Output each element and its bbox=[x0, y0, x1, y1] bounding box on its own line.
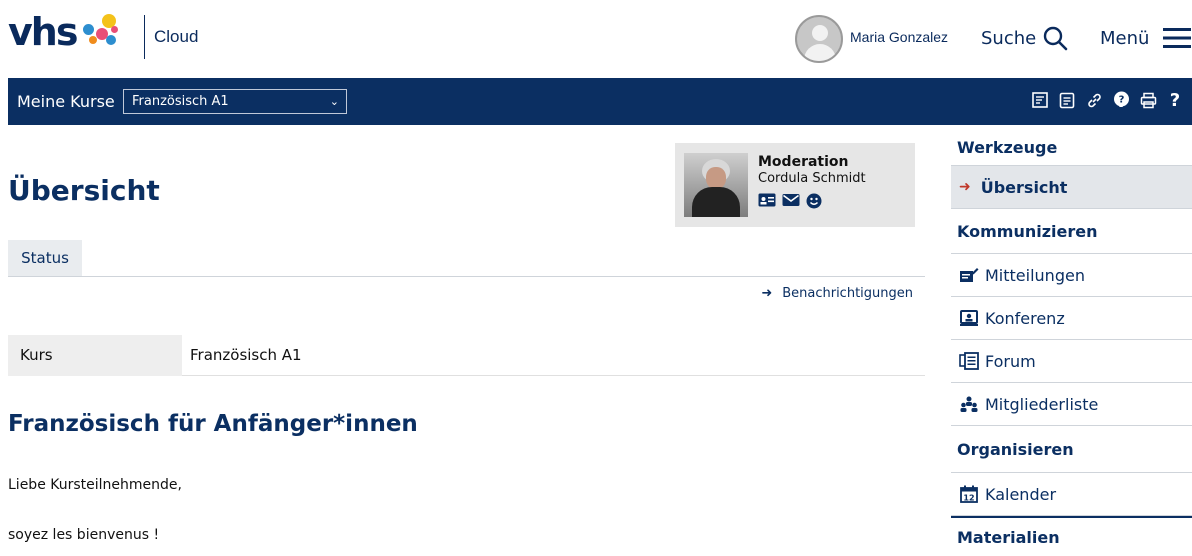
svg-text:?: ? bbox=[1170, 91, 1180, 109]
sidebar-heading-organisieren: Organisieren bbox=[951, 426, 1192, 473]
notifications-link[interactable]: ➜ Benachrichtigungen bbox=[761, 286, 913, 301]
message-edit-icon bbox=[960, 268, 979, 282]
moderator-title: Moderation bbox=[758, 154, 849, 170]
svg-text:?: ? bbox=[1118, 95, 1124, 106]
course-info-label: Kurs bbox=[8, 335, 182, 376]
sidebar-item-mitgliederliste[interactable]: Mitgliederliste bbox=[951, 383, 1192, 426]
smiley-icon[interactable] bbox=[806, 193, 822, 209]
course-description-title: Französisch für Anfänger*innen bbox=[8, 411, 418, 437]
course-description-paragraph: soyez les bienvenus ! bbox=[8, 527, 160, 543]
page-title: Übersicht bbox=[8, 174, 160, 207]
sidebar: Werkzeuge ➜ Übersicht Kommunizieren Mitt… bbox=[951, 125, 1192, 547]
help-bubble-icon[interactable]: ? bbox=[1112, 90, 1130, 110]
course-select-value: Französisch A1 bbox=[132, 94, 229, 109]
my-courses-label: Meine Kurse bbox=[17, 92, 115, 111]
sidebar-item-label: Konferenz bbox=[985, 308, 1065, 328]
conference-icon bbox=[960, 310, 978, 326]
vhs-logo[interactable]: vhs bbox=[8, 12, 130, 52]
sidebar-item-uebersicht[interactable]: ➜ Übersicht bbox=[951, 166, 1192, 209]
moderator-card: Moderation Cordula Schmidt bbox=[675, 143, 915, 227]
contact-card-icon[interactable] bbox=[758, 193, 776, 207]
sidebar-heading-werkzeuge: Werkzeuge bbox=[951, 130, 1192, 166]
user-name[interactable]: Maria Gonzalez bbox=[850, 29, 948, 45]
chevron-down-icon: ⌄ bbox=[329, 95, 339, 108]
question-icon[interactable]: ? bbox=[1166, 90, 1184, 110]
search-label: Suche bbox=[981, 27, 1037, 49]
header: vhs Cloud Maria Gonzalez Suche Menü bbox=[0, 0, 1192, 78]
arrow-right-icon: ➜ bbox=[959, 179, 971, 195]
feed-icon[interactable] bbox=[1031, 90, 1049, 110]
logo-separator bbox=[144, 15, 145, 59]
sidebar-item-label: Forum bbox=[985, 351, 1036, 371]
moderator-actions bbox=[758, 193, 822, 209]
logo-subtitle: Cloud bbox=[154, 27, 199, 46]
sidebar-item-label: Kalender bbox=[985, 484, 1057, 504]
forum-icon bbox=[959, 352, 979, 370]
logo-dots-icon bbox=[80, 10, 130, 54]
sidebar-item-forum[interactable]: Forum bbox=[951, 340, 1192, 383]
menu-button[interactable]: Menü bbox=[1100, 22, 1192, 54]
sidebar-item-konferenz[interactable]: Konferenz bbox=[951, 297, 1192, 340]
course-description-paragraph: Liebe Kursteilnehmende, bbox=[8, 477, 182, 493]
calendar-icon: 12 bbox=[960, 485, 978, 503]
members-icon bbox=[960, 396, 978, 412]
hamburger-icon bbox=[1163, 28, 1192, 48]
link-icon[interactable] bbox=[1085, 90, 1103, 110]
notes-icon[interactable] bbox=[1058, 90, 1076, 110]
sidebar-item-label: Übersicht bbox=[980, 177, 1068, 197]
moderator-photo bbox=[684, 153, 748, 217]
sidebar-heading-kommunizieren: Kommunizieren bbox=[951, 210, 1192, 254]
moderator-name: Cordula Schmidt bbox=[758, 171, 866, 186]
logo-text: vhs bbox=[8, 10, 78, 54]
arrow-right-icon: ➜ bbox=[761, 286, 773, 301]
course-info-value: Französisch A1 bbox=[190, 346, 302, 364]
tab-divider bbox=[8, 276, 925, 277]
print-icon[interactable] bbox=[1139, 90, 1157, 110]
sidebar-item-label: Mitgliederliste bbox=[985, 394, 1099, 414]
svg-text:12: 12 bbox=[963, 494, 974, 503]
sidebar-item-label: Mitteilungen bbox=[985, 265, 1085, 285]
search-button[interactable]: Suche bbox=[981, 22, 1068, 54]
notifications-label: Benachrichtigungen bbox=[782, 286, 913, 301]
sidebar-item-kalender[interactable]: 12 Kalender bbox=[951, 473, 1192, 516]
sidebar-item-mitteilungen[interactable]: Mitteilungen bbox=[951, 254, 1192, 297]
sidebar-heading-materialien: Materialien bbox=[951, 516, 1192, 556]
course-info-row: Kurs Französisch A1 bbox=[8, 335, 925, 376]
menu-label: Menü bbox=[1100, 27, 1150, 49]
mail-icon[interactable] bbox=[782, 193, 800, 207]
search-icon bbox=[1044, 26, 1068, 51]
nav-toolbar: ? ? bbox=[1031, 90, 1184, 110]
tab-status[interactable]: Status bbox=[8, 240, 82, 277]
course-navbar: Meine Kurse Französisch A1 ⌄ ? ? bbox=[8, 78, 1192, 125]
course-select[interactable]: Französisch A1 ⌄ bbox=[123, 89, 347, 114]
user-avatar[interactable] bbox=[795, 15, 843, 63]
